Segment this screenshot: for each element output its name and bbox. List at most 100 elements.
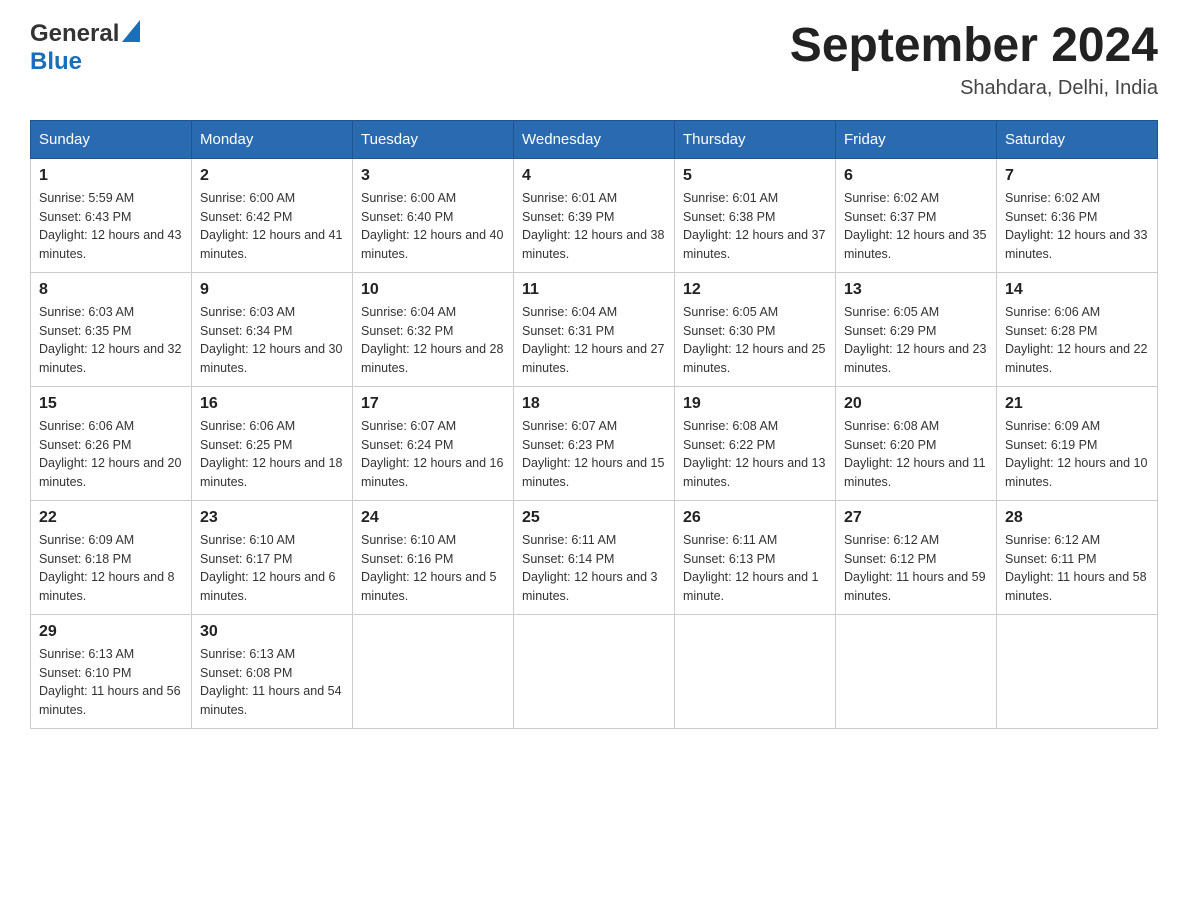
column-header-friday: Friday [836,120,997,158]
calendar-header-row: SundayMondayTuesdayWednesdayThursdayFrid… [31,120,1158,158]
calendar-week-row: 15 Sunrise: 6:06 AMSunset: 6:26 PMDaylig… [31,386,1158,500]
day-number: 21 [1005,395,1149,413]
column-header-tuesday: Tuesday [353,120,514,158]
logo-blue-text: Blue [30,48,82,75]
day-number: 1 [39,167,183,185]
column-header-wednesday: Wednesday [514,120,675,158]
calendar-cell: 2 Sunrise: 6:00 AMSunset: 6:42 PMDayligh… [192,158,353,272]
day-info: Sunrise: 6:13 AMSunset: 6:10 PMDaylight:… [39,647,181,717]
day-info: Sunrise: 6:04 AMSunset: 6:32 PMDaylight:… [361,305,503,375]
day-number: 6 [844,167,988,185]
day-number: 15 [39,395,183,413]
day-number: 11 [522,281,666,299]
day-number: 12 [683,281,827,299]
calendar-table: SundayMondayTuesdayWednesdayThursdayFrid… [30,120,1158,729]
day-number: 3 [361,167,505,185]
calendar-cell: 18 Sunrise: 6:07 AMSunset: 6:23 PMDaylig… [514,386,675,500]
day-info: Sunrise: 6:08 AMSunset: 6:20 PMDaylight:… [844,419,986,489]
day-info: Sunrise: 6:04 AMSunset: 6:31 PMDaylight:… [522,305,664,375]
day-info: Sunrise: 6:01 AMSunset: 6:39 PMDaylight:… [522,191,664,261]
day-info: Sunrise: 6:12 AMSunset: 6:11 PMDaylight:… [1005,533,1147,603]
day-info: Sunrise: 6:00 AMSunset: 6:42 PMDaylight:… [200,191,342,261]
day-info: Sunrise: 6:13 AMSunset: 6:08 PMDaylight:… [200,647,342,717]
day-number: 25 [522,509,666,527]
day-info: Sunrise: 6:06 AMSunset: 6:26 PMDaylight:… [39,419,181,489]
calendar-cell: 9 Sunrise: 6:03 AMSunset: 6:34 PMDayligh… [192,272,353,386]
column-header-sunday: Sunday [31,120,192,158]
calendar-cell: 28 Sunrise: 6:12 AMSunset: 6:11 PMDaylig… [997,500,1158,614]
day-info: Sunrise: 6:02 AMSunset: 6:37 PMDaylight:… [844,191,986,261]
calendar-cell: 1 Sunrise: 5:59 AMSunset: 6:43 PMDayligh… [31,158,192,272]
calendar-cell: 27 Sunrise: 6:12 AMSunset: 6:12 PMDaylig… [836,500,997,614]
day-info: Sunrise: 6:03 AMSunset: 6:34 PMDaylight:… [200,305,342,375]
day-info: Sunrise: 6:02 AMSunset: 6:36 PMDaylight:… [1005,191,1147,261]
calendar-cell: 13 Sunrise: 6:05 AMSunset: 6:29 PMDaylig… [836,272,997,386]
calendar-week-row: 8 Sunrise: 6:03 AMSunset: 6:35 PMDayligh… [31,272,1158,386]
day-number: 26 [683,509,827,527]
day-info: Sunrise: 6:10 AMSunset: 6:16 PMDaylight:… [361,533,497,603]
day-info: Sunrise: 6:09 AMSunset: 6:19 PMDaylight:… [1005,419,1147,489]
day-info: Sunrise: 6:11 AMSunset: 6:13 PMDaylight:… [683,533,819,603]
calendar-cell: 12 Sunrise: 6:05 AMSunset: 6:30 PMDaylig… [675,272,836,386]
day-number: 8 [39,281,183,299]
day-number: 27 [844,509,988,527]
day-number: 5 [683,167,827,185]
day-number: 13 [844,281,988,299]
calendar-cell: 20 Sunrise: 6:08 AMSunset: 6:20 PMDaylig… [836,386,997,500]
calendar-cell: 16 Sunrise: 6:06 AMSunset: 6:25 PMDaylig… [192,386,353,500]
calendar-cell [997,614,1158,728]
calendar-week-row: 1 Sunrise: 5:59 AMSunset: 6:43 PMDayligh… [31,158,1158,272]
month-title: September 2024 [790,20,1158,73]
day-info: Sunrise: 6:03 AMSunset: 6:35 PMDaylight:… [39,305,181,375]
title-block: September 2024 Shahdara, Delhi, India [790,20,1158,100]
calendar-cell: 11 Sunrise: 6:04 AMSunset: 6:31 PMDaylig… [514,272,675,386]
day-number: 20 [844,395,988,413]
day-number: 28 [1005,509,1149,527]
calendar-cell: 23 Sunrise: 6:10 AMSunset: 6:17 PMDaylig… [192,500,353,614]
calendar-cell [675,614,836,728]
day-info: Sunrise: 6:08 AMSunset: 6:22 PMDaylight:… [683,419,825,489]
day-info: Sunrise: 6:12 AMSunset: 6:12 PMDaylight:… [844,533,986,603]
column-header-monday: Monday [192,120,353,158]
day-number: 18 [522,395,666,413]
calendar-cell: 5 Sunrise: 6:01 AMSunset: 6:38 PMDayligh… [675,158,836,272]
day-info: Sunrise: 6:07 AMSunset: 6:23 PMDaylight:… [522,419,664,489]
day-number: 30 [200,623,344,641]
day-number: 23 [200,509,344,527]
day-info: Sunrise: 6:07 AMSunset: 6:24 PMDaylight:… [361,419,503,489]
day-info: Sunrise: 6:06 AMSunset: 6:28 PMDaylight:… [1005,305,1147,375]
calendar-cell: 30 Sunrise: 6:13 AMSunset: 6:08 PMDaylig… [192,614,353,728]
calendar-cell [514,614,675,728]
calendar-cell [353,614,514,728]
day-info: Sunrise: 6:11 AMSunset: 6:14 PMDaylight:… [522,533,658,603]
calendar-week-row: 22 Sunrise: 6:09 AMSunset: 6:18 PMDaylig… [31,500,1158,614]
day-info: Sunrise: 6:01 AMSunset: 6:38 PMDaylight:… [683,191,825,261]
calendar-week-row: 29 Sunrise: 6:13 AMSunset: 6:10 PMDaylig… [31,614,1158,728]
day-number: 10 [361,281,505,299]
calendar-cell: 7 Sunrise: 6:02 AMSunset: 6:36 PMDayligh… [997,158,1158,272]
day-number: 17 [361,395,505,413]
calendar-cell: 4 Sunrise: 6:01 AMSunset: 6:39 PMDayligh… [514,158,675,272]
day-number: 22 [39,509,183,527]
calendar-cell: 25 Sunrise: 6:11 AMSunset: 6:14 PMDaylig… [514,500,675,614]
calendar-cell: 24 Sunrise: 6:10 AMSunset: 6:16 PMDaylig… [353,500,514,614]
day-number: 24 [361,509,505,527]
logo-arrow-icon [122,20,140,47]
day-info: Sunrise: 6:00 AMSunset: 6:40 PMDaylight:… [361,191,503,261]
calendar-cell [836,614,997,728]
day-number: 2 [200,167,344,185]
calendar-cell: 29 Sunrise: 6:13 AMSunset: 6:10 PMDaylig… [31,614,192,728]
calendar-cell: 17 Sunrise: 6:07 AMSunset: 6:24 PMDaylig… [353,386,514,500]
calendar-cell: 19 Sunrise: 6:08 AMSunset: 6:22 PMDaylig… [675,386,836,500]
day-number: 9 [200,281,344,299]
column-header-saturday: Saturday [997,120,1158,158]
calendar-cell: 6 Sunrise: 6:02 AMSunset: 6:37 PMDayligh… [836,158,997,272]
day-info: Sunrise: 6:05 AMSunset: 6:29 PMDaylight:… [844,305,986,375]
calendar-cell: 8 Sunrise: 6:03 AMSunset: 6:35 PMDayligh… [31,272,192,386]
day-info: Sunrise: 6:10 AMSunset: 6:17 PMDaylight:… [200,533,336,603]
day-info: Sunrise: 6:05 AMSunset: 6:30 PMDaylight:… [683,305,825,375]
calendar-cell: 26 Sunrise: 6:11 AMSunset: 6:13 PMDaylig… [675,500,836,614]
day-info: Sunrise: 6:09 AMSunset: 6:18 PMDaylight:… [39,533,175,603]
day-number: 7 [1005,167,1149,185]
logo-general-text: General [30,20,119,48]
